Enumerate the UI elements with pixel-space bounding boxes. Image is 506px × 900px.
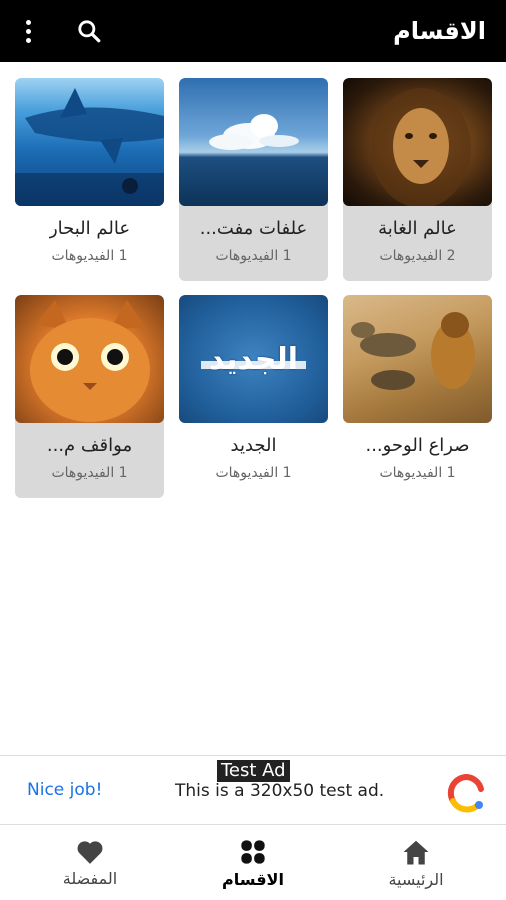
category-name: الجديد [230, 435, 277, 456]
category-thumbnail [343, 295, 492, 423]
nav-label: المفضلة [62, 868, 118, 888]
category-thumbnail [179, 78, 328, 206]
nav-label: الاقسام [222, 869, 284, 889]
grid-icon [241, 839, 265, 864]
heart-icon [77, 840, 103, 864]
category-caption: صراع الوحو... 1 الفيديوهات [343, 423, 492, 498]
video-count: 1 الفيديوهات [379, 465, 456, 481]
category-thumbnail: الجديد [179, 295, 328, 423]
category-caption: عالم البحار 1 الفيديوهات [15, 206, 164, 281]
nav-favorites[interactable]: المفضلة [40, 826, 140, 900]
category-name: مواقف م... [46, 435, 133, 456]
category-card[interactable]: علفات مفت... 1 الفيديوهات [179, 78, 328, 281]
logo-underline [201, 361, 306, 369]
top-app-bar: الاقسام [0, 0, 506, 62]
category-caption: عالم الغابة 2 الفيديوهات [343, 206, 492, 281]
app-root: الاقسام عالم الغابة 2 الفيديوهات علفات م… [0, 0, 506, 900]
category-name: علفات مفت... [199, 218, 308, 239]
nav-home[interactable]: الرئيسية [366, 826, 466, 900]
category-caption: الجديد 1 الفيديوهات [179, 423, 328, 498]
category-card[interactable]: عالم الغابة 2 الفيديوهات [343, 78, 492, 281]
category-thumbnail [343, 78, 492, 206]
category-card[interactable]: مواقف م... 1 الفيديوهات [15, 295, 164, 498]
video-count: 1 الفيديوهات [51, 248, 128, 264]
category-name: عالم الغابة [378, 218, 457, 239]
ad-logo-icon [447, 773, 487, 813]
category-grid: عالم الغابة 2 الفيديوهات علفات مفت... 1 … [15, 78, 492, 498]
top-bar-actions [14, 11, 106, 51]
category-card[interactable]: عالم البحار 1 الفيديوهات [15, 78, 164, 281]
video-count: 2 الفيديوهات [379, 248, 456, 264]
category-thumbnail [15, 295, 164, 423]
video-count: 1 الفيديوهات [51, 465, 128, 481]
nav-label: الرئيسية [388, 869, 444, 889]
category-card[interactable]: الجديد الجديد 1 الفيديوهات [179, 295, 328, 498]
ad-text: This is a 320x50 test ad. [175, 781, 385, 801]
video-count: 1 الفيديوهات [215, 465, 292, 481]
ad-cta-text[interactable]: Nice job! [27, 780, 102, 800]
category-name: عالم البحار [48, 218, 131, 239]
nav-categories[interactable]: الاقسام [203, 826, 303, 900]
category-card[interactable]: صراع الوحو... 1 الفيديوهات [343, 295, 492, 498]
channel-logo-text: الجديد [208, 341, 299, 377]
search-icon[interactable] [72, 14, 106, 48]
category-caption: علفات مفت... 1 الفيديوهات [179, 206, 328, 281]
bottom-navigation: المفضلة الاقسام الرئيسية [0, 826, 506, 900]
kebab-menu-icon[interactable] [14, 11, 42, 51]
page-title: الاقسام [393, 17, 486, 45]
home-icon [403, 840, 429, 864]
video-count: 1 الفيديوهات [215, 248, 292, 264]
ad-tag: Test Ad [217, 760, 290, 782]
ad-banner[interactable]: Test Ad Nice job! This is a 320x50 test … [0, 755, 506, 825]
category-thumbnail [15, 78, 164, 206]
category-name: صراع الوحو... [365, 435, 470, 456]
category-caption: مواقف م... 1 الفيديوهات [15, 423, 164, 498]
